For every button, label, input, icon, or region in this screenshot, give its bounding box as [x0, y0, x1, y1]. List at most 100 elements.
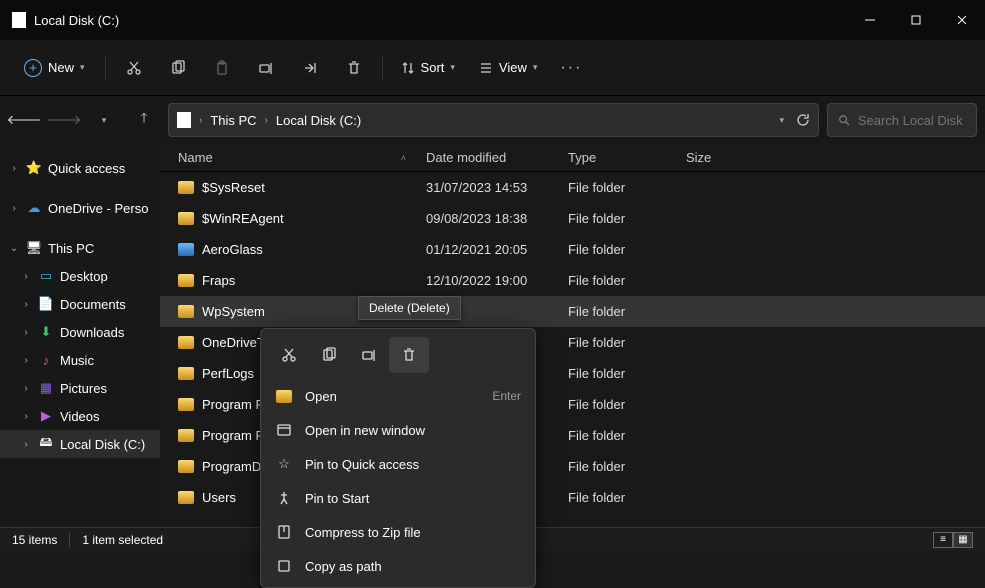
ctx-copy-button[interactable]: [309, 337, 349, 373]
pictures-icon: ▦: [38, 380, 54, 396]
toolbar: + New ▾ Sort ▾ View ▾ ···: [0, 40, 985, 96]
file-name: Fraps: [202, 273, 235, 288]
cloud-icon: ☁: [26, 200, 42, 216]
file-name: WpSystem: [202, 304, 265, 319]
copy-button[interactable]: [158, 50, 198, 86]
sidebar: ›⭐Quick access ›☁OneDrive - Perso ⌄🖥This…: [0, 144, 160, 539]
sidebar-item-music[interactable]: ›♪Music: [0, 346, 160, 374]
forward-button[interactable]: 🡒: [48, 104, 80, 136]
star-icon: ⭐: [26, 160, 42, 176]
tooltip: Delete (Delete): [358, 296, 461, 320]
chevron-right-icon: ›: [265, 115, 268, 126]
view-button[interactable]: View ▾: [469, 54, 547, 81]
ctx-open-new-window[interactable]: Open in new window: [261, 413, 535, 447]
drive-icon: 🖴: [38, 436, 54, 452]
sidebar-item-this-pc[interactable]: ⌄🖥This PC: [0, 234, 160, 262]
maximize-button[interactable]: [893, 0, 939, 40]
search-input[interactable]: [858, 113, 966, 128]
sidebar-item-quick-access[interactable]: ›⭐Quick access: [0, 154, 160, 182]
folder-icon: [178, 398, 194, 411]
rename-button[interactable]: [246, 50, 286, 86]
ctx-rename-button[interactable]: [349, 337, 389, 373]
folder-icon: [178, 274, 194, 287]
ctx-open[interactable]: OpenEnter: [261, 379, 535, 413]
sidebar-item-onedrive[interactable]: ›☁OneDrive - Perso: [0, 194, 160, 222]
videos-icon: ▶: [38, 408, 54, 424]
title-bar: Local Disk (C:): [0, 0, 985, 40]
file-date: 31/07/2023 14:53: [426, 180, 568, 195]
cut-button[interactable]: [114, 50, 154, 86]
plus-icon: +: [24, 59, 42, 77]
ctx-delete-button[interactable]: [389, 337, 429, 373]
ctx-pin-quick[interactable]: ☆Pin to Quick access: [261, 447, 535, 481]
zip-icon: [275, 523, 293, 541]
view-icon: [479, 61, 493, 75]
ctx-pin-start[interactable]: Pin to Start: [261, 481, 535, 515]
file-date: 09/08/2023 18:38: [426, 211, 568, 226]
sort-asc-icon: ˄: [401, 153, 406, 163]
breadcrumb[interactable]: › This PC › Local Disk (C:) ▾: [168, 103, 819, 137]
sort-icon: [401, 61, 415, 75]
pin-icon: [275, 489, 293, 507]
folder-icon: [178, 212, 194, 225]
more-button[interactable]: ···: [551, 50, 591, 86]
folder-icon: [178, 460, 194, 473]
ctx-copy-path[interactable]: Copy as path: [261, 549, 535, 583]
table-row[interactable]: $WinREAgent09/08/2023 18:38File folder: [160, 203, 985, 234]
refresh-button[interactable]: [796, 113, 810, 127]
folder-icon: [178, 243, 194, 256]
folder-icon: [178, 429, 194, 442]
close-button[interactable]: [939, 0, 985, 40]
folder-icon: [178, 367, 194, 380]
up-button[interactable]: 🡑: [128, 104, 160, 136]
search-box[interactable]: [827, 103, 977, 137]
sidebar-item-documents[interactable]: ›📄Documents: [0, 290, 160, 318]
thumbnails-view-toggle[interactable]: ▦: [953, 532, 973, 548]
minimize-button[interactable]: [847, 0, 893, 40]
context-menu: OpenEnter Open in new window ☆Pin to Qui…: [260, 328, 536, 588]
sidebar-item-pictures[interactable]: ›▦Pictures: [0, 374, 160, 402]
file-name: AeroGlass: [202, 242, 263, 257]
details-view-toggle[interactable]: ≡: [933, 532, 953, 548]
path-icon: [275, 557, 293, 575]
sort-button[interactable]: Sort ▾: [391, 54, 465, 81]
sidebar-item-local-disk[interactable]: ›🖴Local Disk (C:): [0, 430, 160, 458]
paste-button[interactable]: [202, 50, 242, 86]
file-date: 01/12/2021 20:05: [426, 242, 568, 257]
ctx-compress[interactable]: Compress to Zip file: [261, 515, 535, 549]
file-type: File folder: [568, 366, 686, 381]
file-type: File folder: [568, 490, 686, 505]
sidebar-item-downloads[interactable]: ›⬇Downloads: [0, 318, 160, 346]
sidebar-item-videos[interactable]: ›▶Videos: [0, 402, 160, 430]
folder-icon: [178, 305, 194, 318]
column-header-row: Name˄ Date modified Type Size: [160, 144, 985, 172]
window-title: Local Disk (C:): [34, 13, 119, 28]
view-label: View: [499, 60, 527, 75]
address-bar: 🡐 🡒 ▾ 🡑 › This PC › Local Disk (C:) ▾: [0, 96, 985, 144]
file-type: File folder: [568, 335, 686, 350]
sidebar-item-desktop[interactable]: ›▭Desktop: [0, 262, 160, 290]
file-date: 12/10/2022 19:00: [426, 273, 568, 288]
drive-icon: [177, 112, 191, 128]
table-row[interactable]: $SysReset31/07/2023 14:53File folder: [160, 172, 985, 203]
window-icon: [275, 421, 293, 439]
share-button[interactable]: [290, 50, 330, 86]
breadcrumb-segment[interactable]: Local Disk (C:): [276, 113, 361, 128]
back-button[interactable]: 🡐: [8, 104, 40, 136]
table-row[interactable]: WpSystemFile folder: [160, 296, 985, 327]
column-name[interactable]: Name˄: [178, 150, 426, 165]
table-row[interactable]: Fraps12/10/2022 19:00File folder: [160, 265, 985, 296]
folder-icon: [178, 491, 194, 504]
column-type[interactable]: Type: [568, 150, 686, 165]
new-button[interactable]: + New ▾: [12, 53, 97, 83]
column-size[interactable]: Size: [686, 150, 766, 165]
breadcrumb-segment[interactable]: This PC: [210, 113, 256, 128]
column-date[interactable]: Date modified: [426, 150, 568, 165]
file-name: Users: [202, 490, 236, 505]
recent-button[interactable]: ▾: [88, 104, 120, 136]
chevron-down-icon[interactable]: ▾: [779, 115, 784, 126]
music-icon: ♪: [38, 352, 54, 368]
delete-button[interactable]: [334, 50, 374, 86]
ctx-cut-button[interactable]: [269, 337, 309, 373]
table-row[interactable]: AeroGlass01/12/2021 20:05File folder: [160, 234, 985, 265]
